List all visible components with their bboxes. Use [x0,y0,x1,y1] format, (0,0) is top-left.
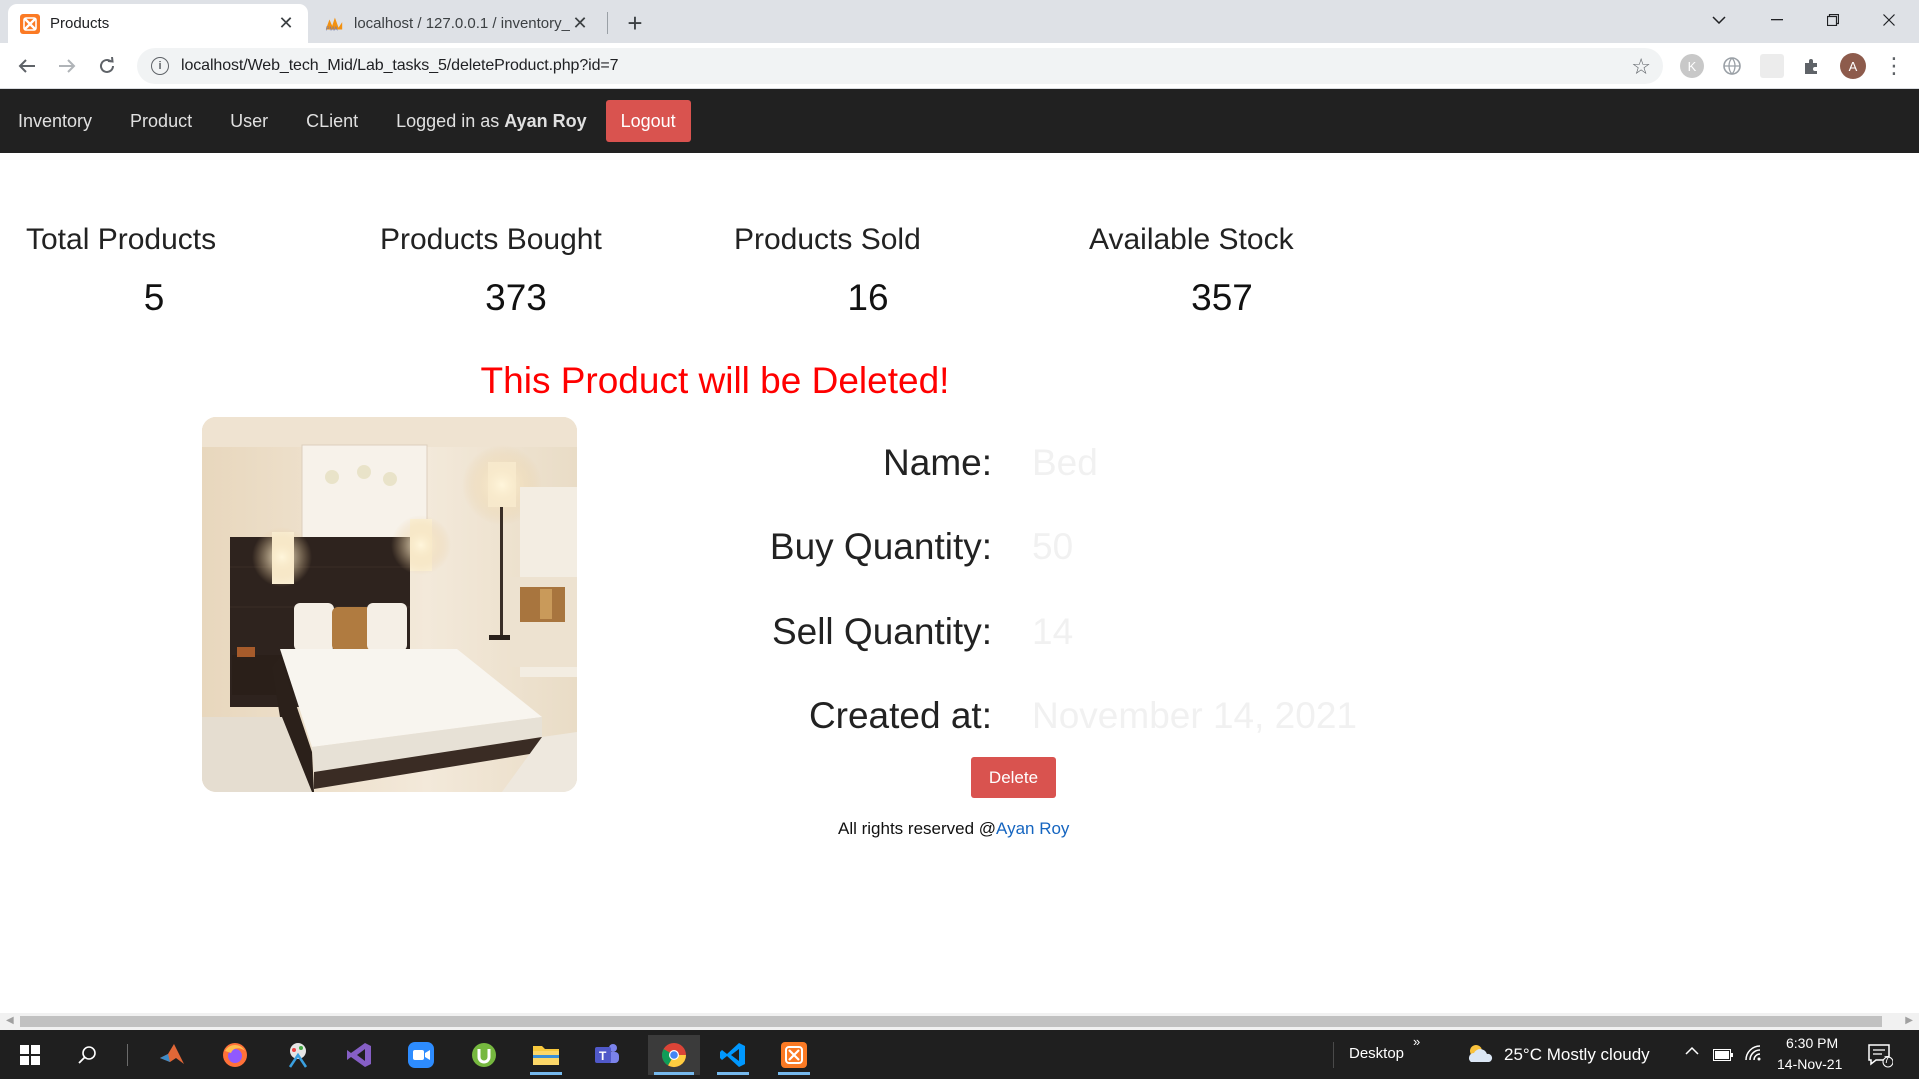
delete-button[interactable]: Delete [971,757,1056,798]
back-arrow-icon[interactable] [11,50,43,82]
svg-text:T: T [599,1049,607,1063]
stat-products-sold: Products Sold 16 [734,223,1034,319]
product-image [202,417,577,792]
url-text: localhost/Web_tech_Mid/Lab_tasks_5/delet… [181,57,619,74]
zoom-icon[interactable] [399,1035,443,1075]
logged-in-user: Ayan Roy [504,110,587,131]
site-info-icon[interactable]: i [151,57,169,75]
stat-value: 16 [847,277,889,318]
stat-value: 5 [143,277,165,318]
buy-quantity-label: Buy Quantity: [769,526,992,567]
globe-extension-icon[interactable] [1720,54,1744,78]
extension-initial: K [1687,58,1697,74]
sell-quantity-value: 14 [1032,611,1074,652]
matlab-icon[interactable] [150,1035,194,1075]
created-at-label: Created at: [808,695,992,736]
search-icon[interactable] [66,1035,110,1075]
windows-start-icon[interactable] [8,1035,52,1075]
profile-initial: A [1848,58,1858,74]
nav-link-user[interactable]: User [230,111,268,132]
scroll-right-arrow-icon[interactable]: ▶ [1905,1015,1913,1026]
stat-label: Available Stock [1089,223,1294,256]
scrollbar-thumb[interactable] [20,1016,1882,1027]
tab-products[interactable]: Products ✕ [8,4,308,43]
taskbar-divider [1333,1042,1334,1068]
horizontal-scrollbar[interactable]: ◀ ▶ [0,1013,1919,1030]
extension-k-icon[interactable]: K [1680,54,1704,78]
tab-search-chevron-icon[interactable] [1691,0,1747,40]
battery-icon[interactable] [1713,1048,1733,1066]
delete-warning-message: This Product will be Deleted! [480,360,950,401]
address-bar[interactable]: i localhost/Web_tech_Mid/Lab_tasks_5/del… [137,48,1663,84]
tab-title: Products [50,15,110,32]
footer-author-link[interactable]: Ayan Roy [996,819,1069,838]
stat-available-stock: Available Stock 357 [1089,223,1389,319]
svg-text:PMA: PMA [326,26,338,32]
scroll-left-arrow-icon[interactable]: ◀ [6,1015,14,1026]
sell-quantity-label: Sell Quantity: [771,611,992,652]
nav-link-client[interactable]: CLient [306,111,358,132]
close-tab-icon[interactable]: ✕ [570,13,590,34]
buy-quantity-value: 50 [1032,526,1074,567]
logout-button[interactable]: Logout [605,100,691,142]
stat-label: Total Products [26,223,217,256]
phpmyadmin-favicon-icon: PMA [324,14,344,34]
tab-phpmyadmin[interactable]: PMA localhost / 127.0.0.1 / inventory_r … [312,4,602,43]
profile-avatar[interactable]: A [1840,53,1866,79]
close-tab-icon[interactable]: ✕ [276,13,296,34]
nav-link-product[interactable]: Product [130,111,192,132]
reload-icon[interactable] [91,50,123,82]
windows-taskbar: T Desktop » 25°C Mostly cloudy 6:30 PM 1… [0,1030,1919,1079]
minimize-icon[interactable] [1749,0,1805,40]
xampp-favicon-icon [20,13,40,34]
tab-divider [607,12,608,34]
stat-label: Products Bought [380,223,602,256]
snipping-tool-icon[interactable] [276,1035,320,1075]
chrome-icon[interactable] [648,1035,700,1075]
wifi-icon[interactable] [1744,1044,1764,1067]
notification-center-icon[interactable]: 7 [1867,1042,1894,1073]
forward-arrow-icon[interactable] [51,50,83,82]
visual-studio-icon[interactable] [337,1035,381,1075]
blank-extension-icon[interactable] [1760,54,1784,78]
utorrent-icon[interactable] [462,1035,506,1075]
notification-count: 7 [1884,1055,1890,1066]
vscode-icon[interactable] [711,1035,755,1075]
clock-time[interactable]: 6:30 PM [1786,1035,1838,1051]
footer-text: All rights reserved @ [838,819,997,838]
weather-cloudy-icon[interactable] [1465,1042,1495,1071]
browser-toolbar: i localhost/Web_tech_Mid/Lab_tasks_5/del… [0,43,1919,89]
footer-credit: All rights reserved @Ayan Roy [838,819,1069,839]
created-at-value: November 14, 2021 [1032,695,1357,736]
show-hidden-icons-chevron-icon[interactable] [1685,1043,1699,1060]
new-tab-icon[interactable]: + [620,8,650,38]
name-value: Bed [1032,442,1098,483]
file-explorer-icon[interactable] [524,1035,568,1075]
xampp-icon[interactable] [772,1035,816,1075]
stat-value: 357 [1191,277,1253,318]
browser-menu-icon[interactable]: ⋮ [1882,53,1906,78]
site-navbar: Inventory Product User CLient Logged in … [0,89,1919,153]
stat-products-bought: Products Bought 373 [380,223,680,319]
stat-label: Products Sold [734,223,921,256]
toolbar-overflow-icon[interactable]: » [1413,1034,1420,1049]
clock-date[interactable]: 14-Nov-21 [1777,1056,1842,1072]
stat-total-products: Total Products 5 [26,223,326,319]
tab-title: localhost / 127.0.0.1 / inventory_r [354,15,570,32]
logged-in-prefix: Logged in as [396,110,505,131]
restore-icon[interactable] [1805,0,1861,40]
weather-text[interactable]: 25°C Mostly cloudy [1504,1045,1650,1065]
logged-in-status: Logged in as Ayan Roy [396,111,586,132]
microsoft-teams-icon[interactable]: T [585,1035,629,1075]
close-window-icon[interactable] [1861,0,1917,40]
name-label: Name: [883,442,992,483]
browser-tab-strip: Products ✕ PMA localhost / 127.0.0.1 / i… [0,0,1919,43]
nav-link-inventory[interactable]: Inventory [18,111,92,132]
bookmark-star-icon[interactable]: ☆ [1631,54,1651,80]
stat-value: 373 [485,277,547,318]
firefox-icon[interactable] [213,1035,257,1075]
desktop-toolbar-label[interactable]: Desktop [1349,1045,1404,1062]
taskbar-divider [127,1044,128,1066]
extensions-puzzle-icon[interactable] [1800,54,1824,78]
